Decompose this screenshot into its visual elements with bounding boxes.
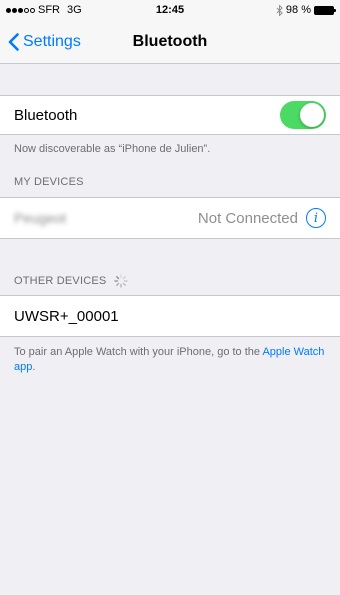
bluetooth-row: Bluetooth <box>0 96 340 134</box>
my-device-row[interactable]: Peugeot Not Connected i <box>0 198 340 238</box>
signal-strength-icon <box>6 7 35 13</box>
my-devices-header-label: MY DEVICES <box>14 176 84 188</box>
battery-fill <box>315 6 333 14</box>
back-button[interactable]: Settings <box>0 33 81 51</box>
apple-watch-note: To pair an Apple Watch with your iPhone,… <box>0 337 340 375</box>
other-device-name: UWSR+_00001 <box>14 307 119 325</box>
battery-percent: 98 % <box>285 4 311 16</box>
info-icon[interactable]: i <box>306 208 326 228</box>
bluetooth-icon <box>276 4 283 16</box>
my-device-right: Not Connected i <box>198 208 326 228</box>
navigation-bar: Settings Bluetooth <box>0 20 340 64</box>
toggle-knob <box>300 103 324 127</box>
carrier-name: SFR <box>38 4 60 16</box>
my-devices-group: Peugeot Not Connected i <box>0 197 340 239</box>
my-device-status: Not Connected <box>197 209 298 227</box>
network-type: 3G <box>67 4 82 16</box>
apple-watch-note-suffix: . <box>32 361 36 373</box>
bluetooth-label: Bluetooth <box>14 106 78 124</box>
discoverable-note: Now discoverable as “iPhone de Julien”. <box>14 143 211 155</box>
bluetooth-toggle[interactable] <box>280 101 326 129</box>
other-device-row[interactable]: UWSR+_00001 <box>0 296 340 336</box>
status-left: SFR 3G <box>6 4 82 16</box>
other-devices-header-label: OTHER DEVICES <box>14 275 107 287</box>
battery-icon <box>314 5 336 15</box>
back-button-label: Settings <box>23 32 81 50</box>
chevron-left-icon <box>8 32 19 51</box>
other-devices-group: UWSR+_00001 <box>0 295 340 337</box>
status-bar: SFR 3G 12:45 98 % <box>0 0 340 20</box>
apple-watch-note-text: To pair an Apple Watch with your iPhone,… <box>14 346 263 358</box>
other-devices-header: OTHER DEVICES <box>0 267 340 295</box>
my-device-name: Peugeot <box>14 210 67 226</box>
my-devices-header: MY DEVICES <box>0 167 340 197</box>
status-right: 98 % <box>276 4 336 16</box>
bluetooth-group: Bluetooth <box>0 95 340 135</box>
spinner-icon <box>114 274 129 288</box>
